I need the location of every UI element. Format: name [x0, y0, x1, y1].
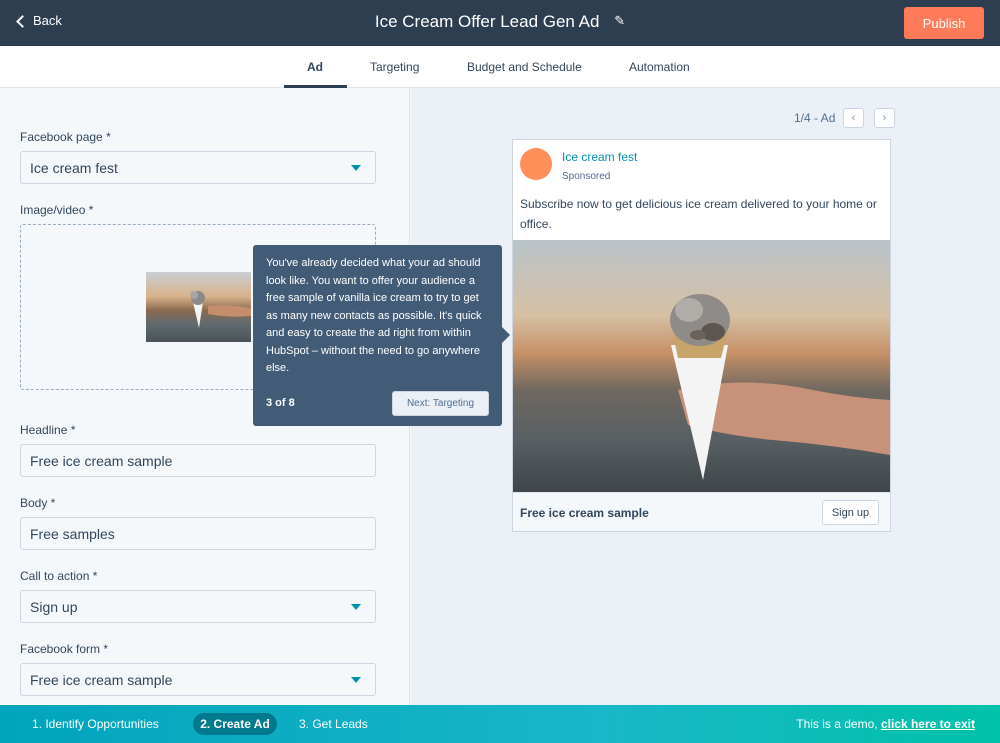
top-header: Back Ice Cream Offer Lead Gen Ad ✎ Publi…: [0, 0, 1000, 46]
tooltip-step-count: 3 of 8: [266, 397, 295, 409]
ad-pager-text: 1/4 - Ad: [794, 111, 836, 125]
tab-ad[interactable]: Ad: [307, 60, 323, 74]
cta-value: Sign up: [30, 599, 78, 615]
headline-input[interactable]: Free ice cream sample: [20, 444, 376, 477]
pencil-edit-icon[interactable]: ✎: [614, 13, 625, 29]
sign-up-button[interactable]: Sign up: [822, 500, 879, 525]
cta-label: Call to action *: [20, 569, 98, 583]
dropdown-arrow-icon: [351, 604, 361, 610]
tab-automation[interactable]: Automation: [629, 60, 690, 74]
ice-cream-ad-image: [513, 240, 890, 492]
onboarding-tooltip: You've already decided what your ad shou…: [253, 245, 510, 426]
demo-text: This is a demo,: [796, 717, 881, 731]
facebook-form-select[interactable]: Free ice cream sample: [20, 663, 376, 696]
ad-footer: Free ice cream sample Sign up: [513, 492, 890, 531]
dropdown-arrow-icon: [351, 165, 361, 171]
ice-cream-thumbnail: [146, 272, 251, 342]
tooltip-text: You've already decided what your ad shou…: [266, 257, 482, 374]
tab-budget-and-schedule[interactable]: Budget and Schedule: [467, 60, 582, 74]
preview-page-name[interactable]: Ice cream fest: [562, 150, 637, 164]
body-label: Body *: [20, 496, 56, 510]
cta-select[interactable]: Sign up: [20, 590, 376, 623]
facebook-form-value: Free ice cream sample: [30, 672, 173, 688]
step-identify-opportunities[interactable]: 1. Identify Opportunities: [32, 717, 159, 731]
facebook-ad-preview: Ice cream fest Sponsored Subscribe now t…: [512, 139, 891, 532]
next-ad-button[interactable]: ›: [874, 108, 895, 128]
ad-title-container: Ice Cream Offer Lead Gen Ad ✎: [0, 12, 1000, 32]
headline-label: Headline *: [20, 423, 76, 437]
demo-notice: This is a demo, click here to exit: [796, 717, 975, 731]
preview-headline: Free ice cream sample: [520, 506, 649, 520]
publish-button[interactable]: Publish: [904, 7, 984, 39]
tab-bar: Ad Targeting Budget and Schedule Automat…: [0, 46, 1000, 88]
facebook-page-select[interactable]: Ice cream fest: [20, 151, 376, 184]
step-get-leads[interactable]: 3. Get Leads: [299, 717, 368, 731]
dropdown-arrow-icon: [351, 677, 361, 683]
body-input[interactable]: Free samples: [20, 517, 376, 550]
preview-body-text: Subscribe now to get delicious ice cream…: [520, 197, 877, 231]
chevron-right-icon: ›: [882, 112, 887, 124]
step-create-ad[interactable]: 2. Create Ad: [193, 713, 277, 735]
demo-progress-bar: 1. Identify Opportunities 2. Create Ad 3…: [0, 705, 1000, 743]
page-avatar: [520, 148, 552, 180]
exit-demo-link[interactable]: click here to exit: [881, 717, 975, 731]
ad-title: Ice Cream Offer Lead Gen Ad: [374, 12, 600, 31]
facebook-form-label: Facebook form *: [20, 642, 109, 656]
tooltip-arrow: [502, 327, 510, 343]
facebook-page-value: Ice cream fest: [30, 160, 118, 176]
facebook-page-label: Facebook page *: [20, 130, 111, 144]
media-label: Image/video *: [20, 203, 94, 217]
tab-targeting[interactable]: Targeting: [370, 60, 419, 74]
prev-ad-button[interactable]: ‹: [843, 108, 864, 128]
next-targeting-button[interactable]: Next: Targeting: [392, 391, 489, 416]
sponsored-label: Sponsored: [562, 171, 611, 182]
chevron-left-icon: ‹: [851, 112, 856, 124]
